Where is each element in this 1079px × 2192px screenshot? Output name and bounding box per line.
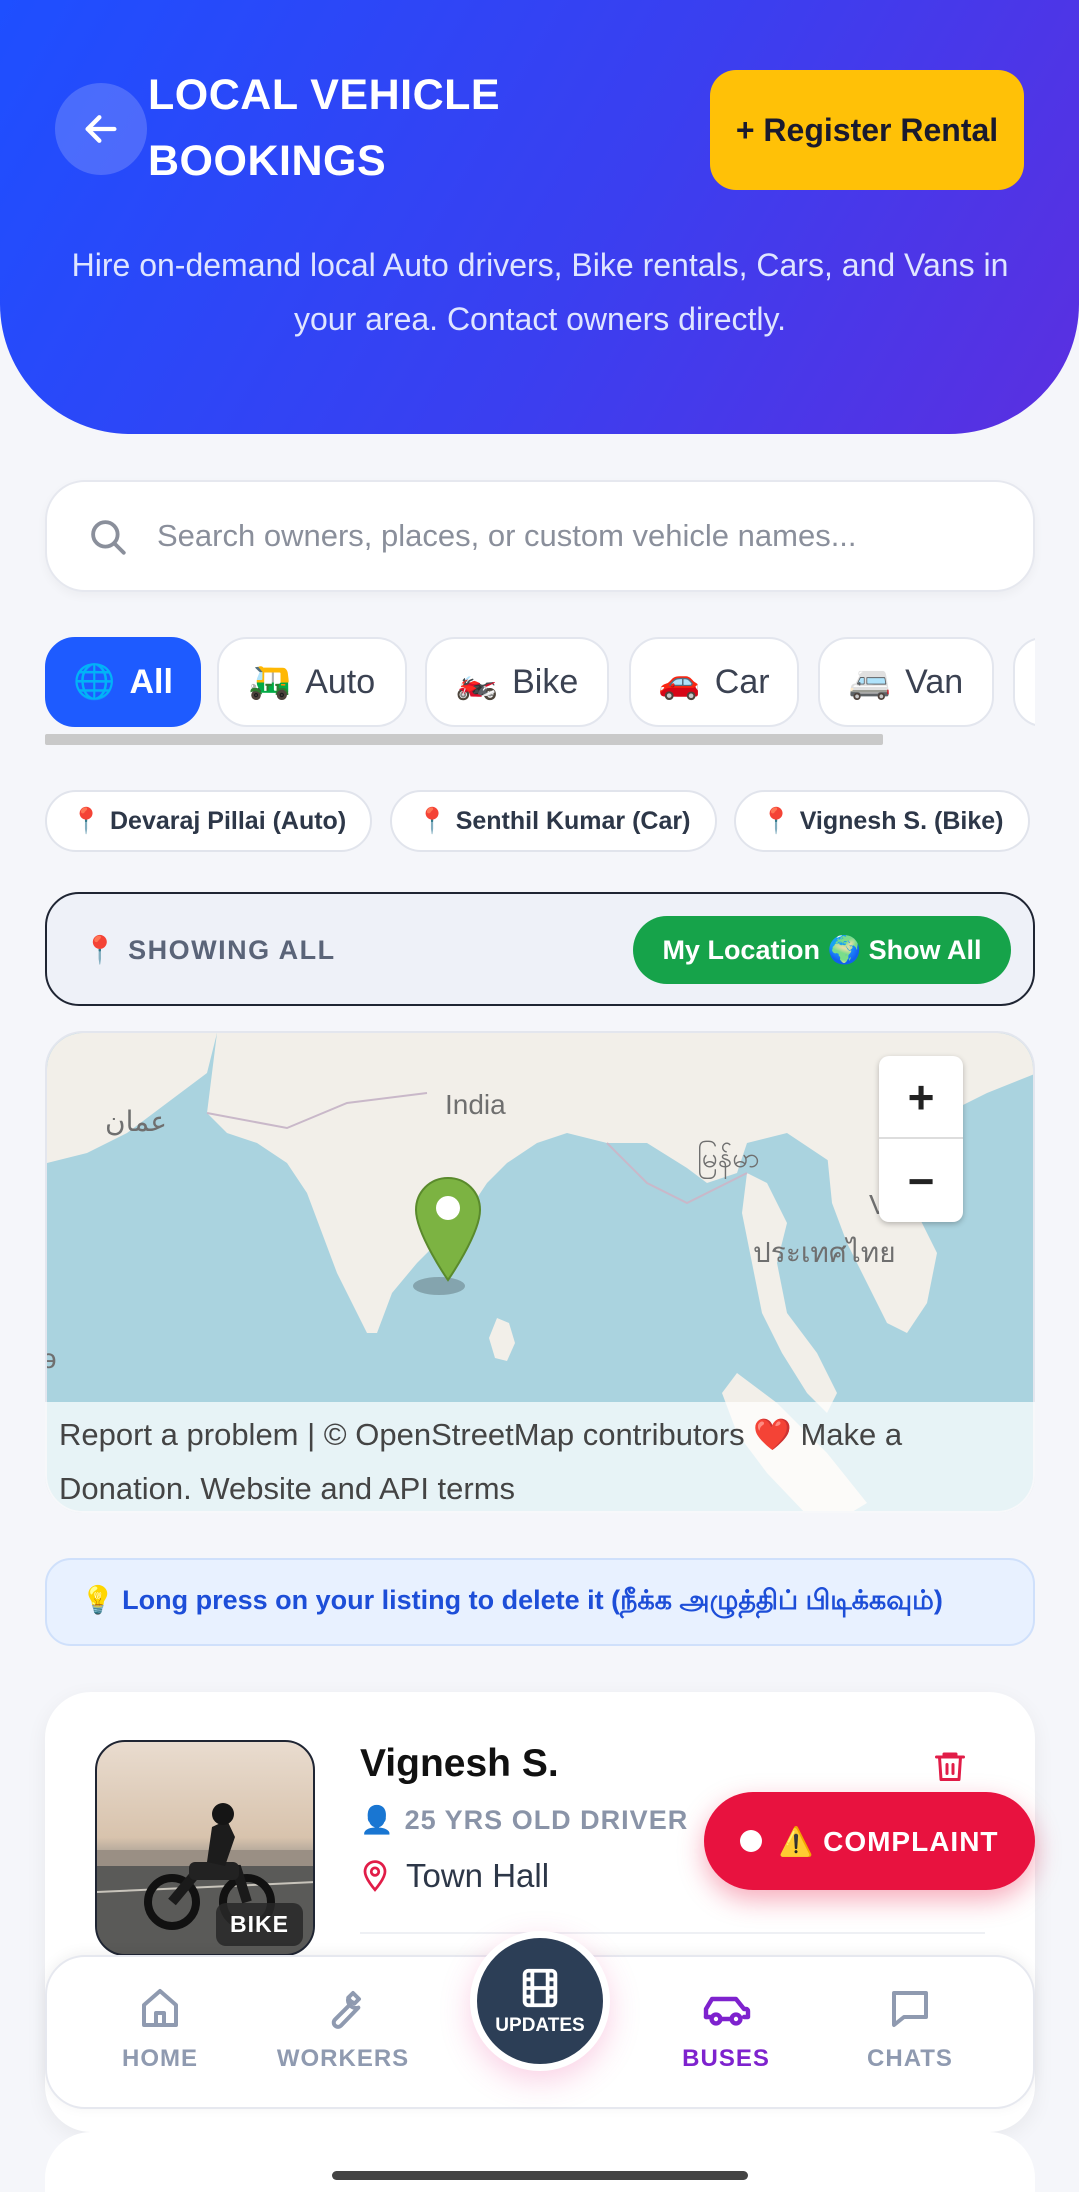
chip-all[interactable]: 🌐 All [45, 637, 201, 727]
place-chip-vignesh[interactable]: 📍 Vignesh S. (Bike) [734, 790, 1030, 852]
showing-label: SHOWING ALL [128, 934, 336, 965]
wrench-icon [331, 1991, 361, 2029]
zoom-controls: + − [879, 1056, 963, 1222]
van-icon: 🚐 [848, 663, 892, 701]
updates-label: UPDATES [495, 2015, 585, 2036]
chip-label: Bike [512, 662, 579, 701]
place-chip-label: Devaraj Pillai (Auto) [109, 806, 347, 835]
delete-tip: 💡 Long press on your listing to delete i… [45, 1558, 1035, 1646]
listing-name: Vignesh S. [360, 1742, 559, 1785]
car-icon: 🚗 [658, 663, 701, 701]
nav-workers-label: WORKERS [276, 2045, 410, 2072]
auto-rickshaw-icon: 🛺 [248, 663, 292, 701]
chip-more[interactable] [1013, 637, 1035, 727]
listing-place: Town Hall [360, 1857, 549, 1895]
complaint-button[interactable]: ⚠️ COMPLAINT [704, 1792, 1035, 1890]
chip-car[interactable]: 🚗 Car [629, 637, 799, 727]
home-indicator[interactable] [332, 2171, 748, 2180]
map-label-thailand: ประเทศไทย [753, 1237, 896, 1268]
nav-buses-label: BUSES [682, 2045, 770, 2072]
updates-button[interactable]: UPDATES [470, 1931, 610, 2071]
chip-label: Van [905, 662, 964, 701]
nav-chats-label: CHATS [867, 2045, 953, 2072]
map-label-india: India [445, 1089, 506, 1120]
age-label: 25 YRS OLD DRIVER [404, 1804, 689, 1835]
chip-label: Auto [305, 662, 376, 701]
category-chips: 🌐 All 🛺 Auto 🏍️ Bike 🚗 Car 🚐 Van [45, 637, 1035, 729]
nav-workers[interactable]: WORKERS [273, 1985, 413, 2073]
location-filter-bar: 📍 SHOWING ALL My Location 🌍 Show All [45, 892, 1035, 1006]
chips-scrollbar[interactable] [45, 734, 883, 745]
map-label-oman: عمان [105, 1106, 167, 1137]
film-icon [522, 1968, 558, 2008]
location-pin-icon [363, 1860, 387, 1892]
listing-photo: BIKE [95, 1740, 315, 1956]
complaint-label: ⚠️ COMPLAINT [778, 1825, 999, 1857]
zoom-in-button[interactable]: + [879, 1056, 963, 1139]
motorcycle-icon: 🏍️ [455, 663, 499, 701]
search-bar [45, 480, 1035, 592]
back-button[interactable] [55, 83, 147, 175]
record-dot-icon [740, 1830, 763, 1852]
place-chip-label: Senthil Kumar (Car) [455, 806, 691, 835]
place-chip-label: Vignesh S. (Bike) [799, 806, 1004, 835]
nav-home-label: HOME [122, 2045, 198, 2072]
home-icon [142, 1989, 178, 2027]
register-rental-button[interactable]: + Register Rental [710, 70, 1024, 190]
pin-icon: 📍 [83, 935, 119, 965]
search-icon [91, 520, 126, 555]
person-icon: 👤 [360, 1805, 395, 1835]
listing-age: 👤 25 YRS OLD DRIVER [360, 1804, 688, 1836]
chip-label: Car [714, 662, 770, 701]
map-label-myanmar: မြန်မာ [697, 1142, 760, 1173]
my-location-button[interactable]: My Location 🌍 Show All [633, 916, 1011, 984]
pin-icon: 📍 [70, 806, 102, 835]
chip-label: All [129, 662, 173, 701]
chip-van[interactable]: 🚐 Van [818, 637, 994, 727]
chip-auto[interactable]: 🛺 Auto [217, 637, 407, 727]
pin-icon: 📍 [416, 806, 448, 835]
header-subtitle: Hire on-demand local Auto drivers, Bike … [71, 247, 1009, 337]
page-title: LOCAL VEHICLE BOOKINGS [148, 71, 501, 185]
showing-status: 📍 SHOWING ALL [83, 934, 336, 966]
place-chip-senthil[interactable]: 📍 Senthil Kumar (Car) [390, 790, 717, 852]
arrow-left-icon [85, 115, 117, 143]
map-attribution[interactable]: Report a problem | © OpenStreetMap contr… [45, 1402, 1035, 1513]
pin-icon: 📍 [760, 806, 792, 835]
nav-buses[interactable]: BUSES [656, 1985, 796, 2073]
map-marker-icon[interactable] [412, 1176, 484, 1284]
place-chip-devaraj[interactable]: 📍 Devaraj Pillai (Auto) [45, 790, 372, 852]
place-label: Town Hall [406, 1857, 550, 1894]
zoom-out-button[interactable]: − [879, 1139, 963, 1222]
nav-chats[interactable]: CHATS [840, 1985, 980, 2073]
map-label-edge: ə [47, 1343, 57, 1375]
chat-icon [892, 1991, 928, 2027]
vehicle-type-badge: BIKE [216, 1903, 303, 1946]
trash-icon[interactable] [932, 1747, 968, 1785]
globe-icon: 🌐 [73, 663, 116, 701]
chip-bike[interactable]: 🏍️ Bike [425, 637, 609, 727]
nav-home[interactable]: HOME [90, 1985, 230, 2073]
header: LOCAL VEHICLE BOOKINGS + Register Rental… [0, 0, 1079, 434]
car-icon [703, 1996, 751, 2026]
listing-card-next[interactable] [45, 2132, 1035, 2192]
card-divider [360, 1932, 985, 1934]
search-input[interactable] [157, 482, 1017, 590]
